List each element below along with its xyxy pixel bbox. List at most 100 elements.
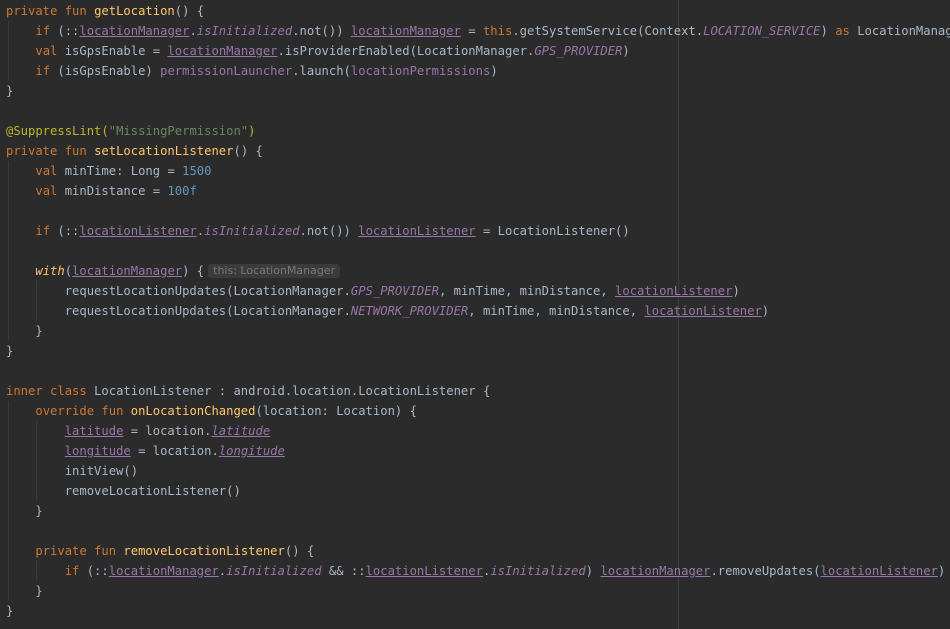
code-line[interactable]: if (::locationListener.isInitialized.not… — [6, 221, 630, 241]
code-token: ) — [820, 24, 836, 38]
code-token: locationListener — [644, 304, 762, 318]
code-token: (:: — [57, 24, 80, 38]
code-line[interactable]: } — [6, 81, 13, 101]
code-token: locationListener — [79, 224, 197, 238]
code-token: NETWORK_PROVIDER — [350, 304, 469, 318]
code-line[interactable]: } — [6, 341, 13, 361]
code-line[interactable]: @SuppressLint("MissingPermission") — [6, 121, 256, 141]
code-token: .getSystemService(Context. — [512, 24, 704, 38]
code-token: ) — [585, 564, 601, 578]
code-line[interactable]: if (::locationManager.isInitialized && :… — [6, 561, 946, 581]
code-line[interactable]: initView() — [6, 461, 138, 481]
code-line[interactable]: override fun onLocationChanged(location:… — [6, 401, 417, 421]
code-token: (isGpsEnable) — [57, 64, 161, 78]
code-token: ) — [490, 64, 498, 78]
code-token: longitude — [64, 444, 131, 458]
code-token: isInitialized — [226, 564, 322, 578]
code-token: locationManager — [72, 264, 183, 278]
code-token: private fun — [6, 144, 95, 158]
code-line[interactable]: if (isGpsEnable) permissionLauncher.laun… — [6, 61, 498, 81]
code-token: isInitialized — [490, 564, 586, 578]
code-token: if — [35, 24, 58, 38]
code-token: = location. — [130, 444, 219, 458]
inlay-hint: this: LocationManager — [208, 264, 341, 278]
code-token: getLocation — [94, 4, 175, 18]
code-token: } — [6, 344, 14, 358]
code-token: .launch( — [292, 64, 351, 78]
code-token: isInitialized — [204, 224, 300, 238]
code-token: isGpsEnable = — [64, 44, 168, 58]
code-token: locationManager — [79, 24, 190, 38]
code-token: , minTime, minDistance, — [438, 284, 616, 298]
code-line[interactable]: } — [6, 601, 13, 621]
code-line[interactable]: } — [6, 321, 42, 341]
code-token: "MissingPermission" — [108, 124, 249, 138]
code-token: this — [482, 24, 513, 38]
code-token: ) { — [182, 264, 205, 278]
code-token: ) — [622, 44, 630, 58]
code-token: val — [35, 184, 65, 198]
code-line[interactable]: requestLocationUpdates(LocationManager.N… — [6, 301, 769, 321]
code-line[interactable]: inner class LocationListener : android.l… — [6, 381, 490, 401]
code-line[interactable]: requestLocationUpdates(LocationManager.G… — [6, 281, 740, 301]
code-line[interactable]: removeLocationListener() — [6, 481, 241, 501]
code-token: requestLocationUpdates(LocationManager. — [6, 284, 351, 298]
code-token: val — [35, 44, 65, 58]
code-token: } — [6, 504, 43, 518]
code-line[interactable]: private fun setLocationListener() { — [6, 141, 263, 161]
code-token: LocationManager — [857, 24, 950, 38]
code-token: ) — [937, 564, 946, 578]
code-token: removeLocationListener — [123, 544, 285, 558]
code-token: override fun — [35, 404, 131, 418]
code-line[interactable]: } — [6, 581, 42, 601]
code-token: && :: — [321, 564, 366, 578]
code-token: (:: — [86, 564, 109, 578]
code-token: if — [35, 224, 58, 238]
code-token: (location: Location) { — [255, 404, 417, 418]
code-token: initView() — [6, 464, 139, 478]
code-line[interactable]: longitude = location.longitude — [6, 441, 285, 461]
code-token: .isProviderEnabled(LocationManager. — [277, 44, 535, 58]
code-line[interactable]: } — [6, 501, 43, 521]
code-token: locationManager — [350, 24, 461, 38]
code-token: latitude — [211, 424, 271, 438]
code-token: permissionLauncher — [160, 64, 293, 78]
code-token: val — [35, 164, 65, 178]
code-token: locationListener — [365, 564, 483, 578]
code-token: . — [189, 24, 197, 38]
code-token: as — [835, 24, 858, 38]
code-token: minDistance = — [64, 184, 168, 198]
code-line[interactable]: if (::locationManager.isInitialized.not(… — [6, 21, 950, 41]
code-token: locationManager — [600, 564, 711, 578]
code-token: .not()) — [292, 24, 351, 38]
code-token: = LocationListener() — [475, 224, 630, 238]
code-line[interactable]: private fun getLocation() { — [6, 1, 204, 21]
code-token: locationPermissions — [350, 64, 491, 78]
code-token: ( — [64, 264, 73, 278]
code-token: 100f — [167, 184, 197, 198]
code-token: GPS_PROVIDER — [350, 284, 439, 298]
code-line[interactable]: val minDistance = 100f — [6, 181, 197, 201]
code-token: longitude — [218, 444, 285, 458]
code-token: locationListener — [358, 224, 476, 238]
code-token: LOCATION_SERVICE — [703, 24, 821, 38]
code-token: .removeUpdates( — [710, 564, 821, 578]
code-token: @SuppressLint( — [6, 124, 109, 138]
code-line[interactable]: val minTime: Long = 1500 — [6, 161, 211, 181]
code-token: with — [35, 264, 65, 278]
code-editor[interactable]: private fun getLocation() { if (::locati… — [0, 0, 950, 629]
code-line[interactable]: latitude = location.latitude — [6, 421, 270, 441]
code-line[interactable]: private fun removeLocationListener() { — [6, 541, 314, 561]
code-line[interactable]: with(locationManager) {this: LocationMan… — [6, 261, 341, 281]
code-line[interactable]: val isGpsEnable = locationManager.isProv… — [6, 41, 630, 61]
code-token: if — [64, 564, 87, 578]
code-token: , minTime, minDistance, — [468, 304, 645, 318]
code-token: private fun — [6, 4, 95, 18]
